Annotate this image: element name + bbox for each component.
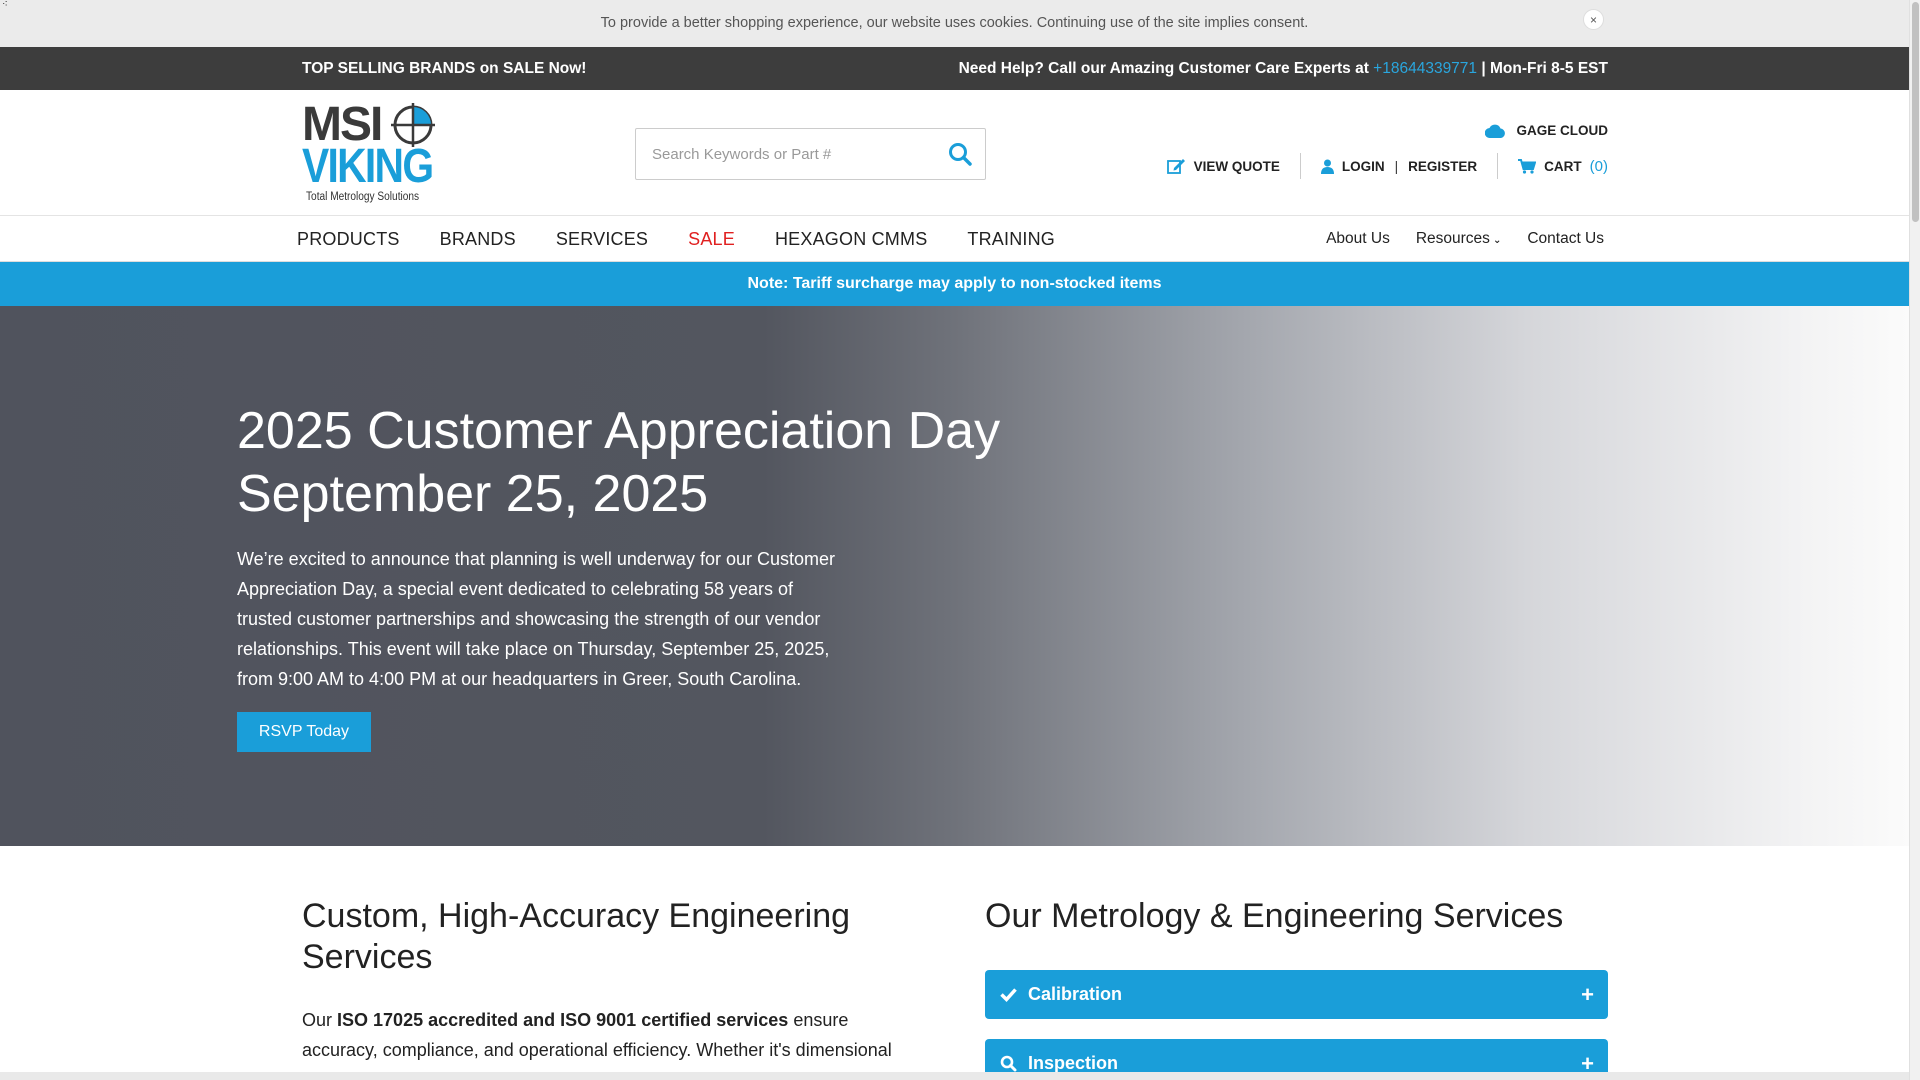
top-bar: TOP SELLING BRANDS on SALE Now! Need Hel… (0, 47, 1909, 90)
help-text: Need Help? Call our Amazing Customer Car… (959, 47, 1608, 90)
loading-spinner-icon: ⁖ (2, 0, 8, 10)
cloud-icon (1485, 124, 1506, 138)
metrology-services-column: Our Metrology & Engineering Services Cal… (985, 896, 1608, 1080)
login-separator: | (1394, 158, 1399, 174)
nav-resources-label: Resources (1415, 230, 1490, 247)
nav-products[interactable]: PRODUCTS (297, 229, 400, 250)
vertical-scrollbar[interactable] (1909, 0, 1920, 1080)
nav-services[interactable]: SERVICES (556, 229, 648, 250)
primary-menu: PRODUCTS BRANDS SERVICES SALE HEXAGON CM… (297, 216, 1095, 262)
engineering-services-column: Custom, High-Accuracy Engineering Servic… (302, 896, 912, 1065)
horizontal-scrollbar[interactable] (0, 1072, 1909, 1080)
cart-icon (1518, 158, 1537, 174)
header-links: GAGE CLOUD VIEW QUOTE LOGIN | REGISTER C… (1088, 90, 1608, 216)
view-quote-label: VIEW QUOTE (1193, 158, 1280, 174)
nav-about-us[interactable]: About Us (1326, 230, 1390, 248)
hero-title: 2025 Customer Appreciation Day September… (237, 400, 1057, 526)
view-quote-link[interactable]: VIEW QUOTE (1147, 153, 1301, 179)
hero-title-line2: September 25, 2025 (237, 465, 709, 523)
hero-banner: 2025 Customer Appreciation Day September… (0, 306, 1909, 846)
rsvp-button[interactable]: RSVP Today (237, 712, 371, 752)
nav-hexagon-cmms[interactable]: HEXAGON CMMS (775, 229, 927, 250)
cart-label: CART (1544, 158, 1582, 174)
secondary-menu: About Us Resources ⌄ Contact Us (1326, 216, 1604, 262)
gage-cloud-label: GAGE CLOUD (1516, 123, 1608, 138)
nav-resources[interactable]: Resources ⌄ (1416, 230, 1501, 248)
site-header: MSI VIKING Total Metrology Solutions Sea… (0, 90, 1909, 216)
hero-title-line1: 2025 Customer Appreciation Day (237, 402, 1001, 460)
search-input[interactable] (636, 129, 926, 179)
logo-tagline: Total Metrology Solutions (306, 191, 420, 203)
plus-icon: + (1581, 982, 1594, 1007)
page: ⁖ To provide a better shopping experienc… (0, 0, 1909, 1080)
search-box (635, 128, 986, 180)
edit-icon (1166, 159, 1185, 174)
engineering-services-text: Our ISO 17025 accredited and ISO 9001 ce… (302, 1005, 912, 1065)
login-register: LOGIN | REGISTER (1301, 153, 1499, 179)
accordion-calibration[interactable]: Calibration + (985, 970, 1608, 1019)
chevron-down-icon: ⌄ (1492, 235, 1502, 246)
cart-link[interactable]: CART (0) (1498, 153, 1608, 179)
promo-text: TOP SELLING BRANDS on SALE Now! (302, 60, 587, 77)
metrology-services-title: Our Metrology & Engineering Services (985, 897, 1564, 935)
tariff-notice: Note: Tariff surcharge may apply to non-… (0, 262, 1909, 306)
login-link[interactable]: LOGIN (1342, 159, 1385, 174)
text-bold: ISO 17025 accredited and ISO 9001 certif… (337, 1010, 789, 1030)
cookie-message: To provide a better shopping experience,… (600, 15, 1309, 31)
nav-sale[interactable]: SALE (688, 229, 735, 250)
logo-text-viking: VIKING (302, 140, 434, 193)
accordion-calibration-label: Calibration (1028, 984, 1123, 1004)
cart-count: (0) (1589, 157, 1608, 175)
nav-contact-us[interactable]: Contact Us (1527, 230, 1604, 248)
phone-link[interactable]: +18644339771 (1373, 60, 1477, 77)
help-hours: | Mon-Fri 8-5 EST (1481, 60, 1608, 77)
main-nav: PRODUCTS BRANDS SERVICES SALE HEXAGON CM… (0, 216, 1909, 262)
engineering-services-title: Custom, High-Accuracy Engineering Servic… (302, 897, 851, 976)
gage-cloud-link[interactable]: GAGE CLOUD (1485, 123, 1608, 138)
text-prefix: Our (302, 1010, 333, 1030)
site-logo[interactable]: MSI VIKING Total Metrology Solutions (302, 101, 437, 207)
nav-training[interactable]: TRAINING (967, 229, 1055, 250)
hero-body: We’re excited to announce that planning … (237, 549, 835, 689)
register-link[interactable]: REGISTER (1408, 159, 1477, 174)
scrollbar-thumb[interactable] (1912, 2, 1919, 222)
accordion-inspection-label: Inspection (1028, 1053, 1119, 1073)
search-icon[interactable] (947, 141, 973, 167)
nav-brands[interactable]: BRANDS (440, 229, 516, 250)
services-section: Custom, High-Accuracy Engineering Servic… (0, 846, 1909, 1080)
help-prefix: Need Help? Call our Amazing Customer Car… (958, 60, 1369, 77)
account-links: VIEW QUOTE LOGIN | REGISTER CART (0) (1147, 153, 1608, 179)
check-icon (1000, 988, 1017, 1003)
cookie-close-button[interactable]: × (1583, 9, 1604, 30)
user-icon (1320, 159, 1334, 174)
services-accordion: Calibration + Inspection + (985, 970, 1608, 1080)
cookie-banner: ⁖ To provide a better shopping experienc… (0, 0, 1909, 47)
